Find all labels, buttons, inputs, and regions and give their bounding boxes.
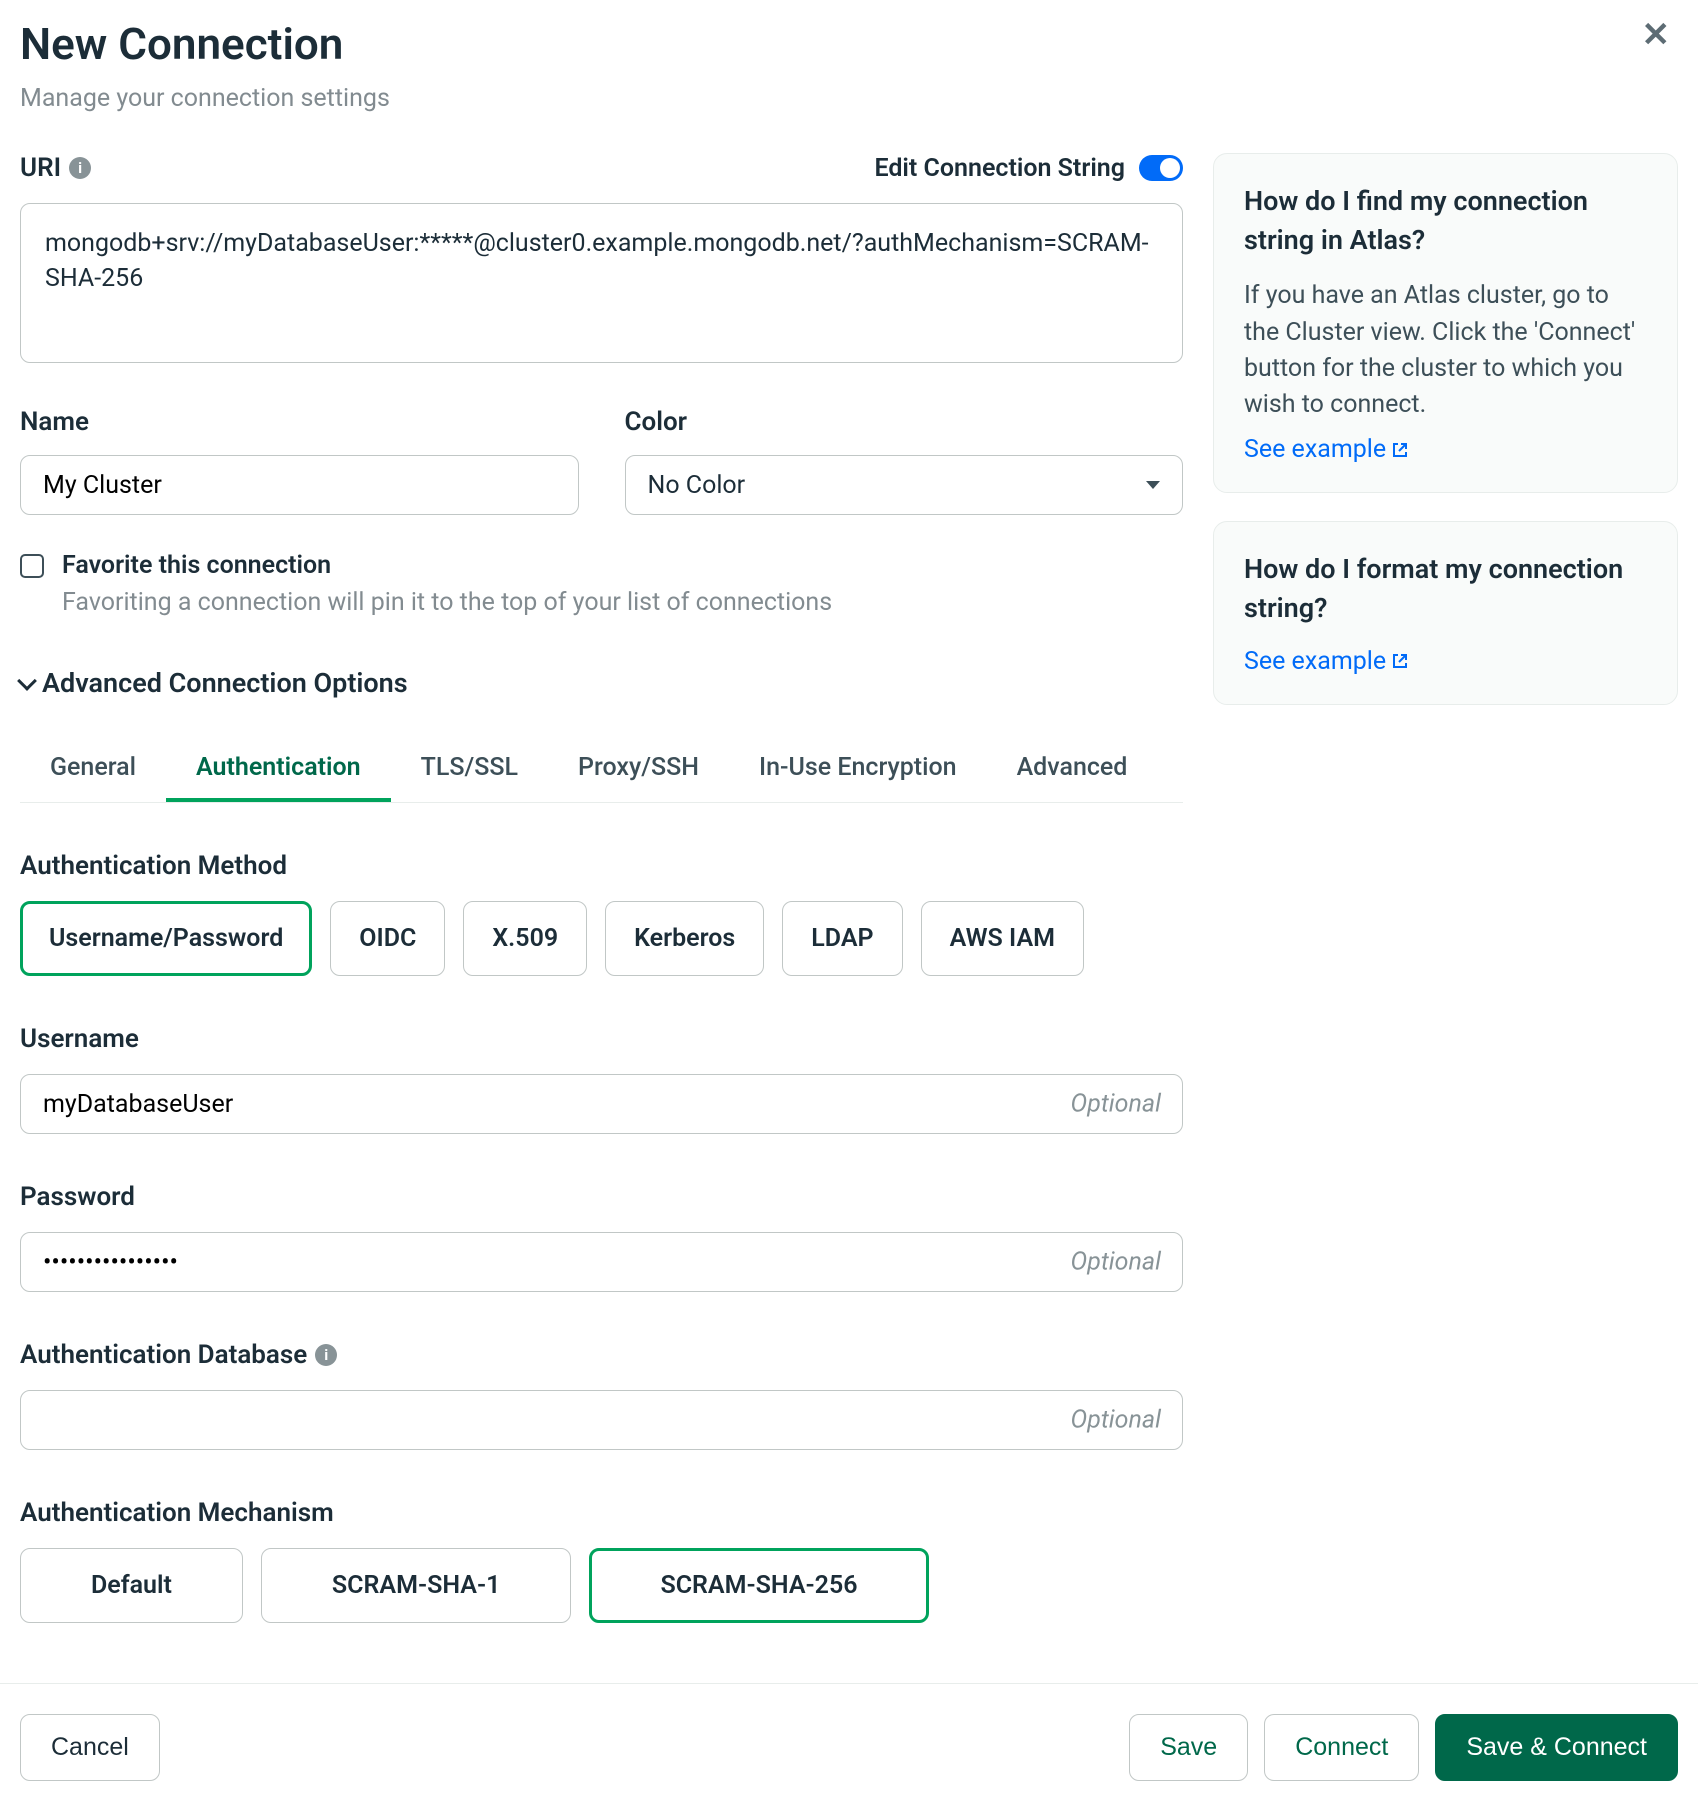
favorite-label: Favorite this connection <box>62 551 331 580</box>
help-card-title: How do I format my connection string? <box>1244 550 1647 628</box>
username-input[interactable] <box>20 1074 1183 1134</box>
see-example-link[interactable]: See example <box>1244 435 1408 464</box>
tab-in-use-encryption[interactable]: In-Use Encryption <box>729 737 987 802</box>
color-label: Color <box>625 407 1184 437</box>
auth-database-input[interactable] <box>20 1390 1183 1450</box>
auth-mech-scram-sha-256[interactable]: SCRAM-SHA-256 <box>589 1548 928 1623</box>
auth-mech-scram-sha-1[interactable]: SCRAM-SHA-1 <box>261 1548 572 1623</box>
close-icon[interactable]: ✕ <box>1642 18 1671 52</box>
auth-method-x509[interactable]: X.509 <box>463 901 587 976</box>
color-select[interactable]: No Color <box>625 455 1184 515</box>
auth-method-aws-iam[interactable]: AWS IAM <box>921 901 1084 976</box>
name-label: Name <box>20 407 579 437</box>
tab-general[interactable]: General <box>20 737 166 802</box>
password-label: Password <box>20 1182 1183 1212</box>
save-button[interactable]: Save <box>1129 1714 1248 1781</box>
auth-method-username-password[interactable]: Username/Password <box>20 901 312 976</box>
chevron-down-icon <box>17 671 37 691</box>
auth-method-oidc[interactable]: OIDC <box>330 901 445 976</box>
name-input[interactable] <box>20 455 579 515</box>
auth-mech-default[interactable]: Default <box>20 1548 243 1623</box>
uri-input[interactable] <box>20 203 1183 363</box>
save-and-connect-button[interactable]: Save & Connect <box>1435 1714 1678 1781</box>
page-subtitle: Manage your connection settings <box>20 84 1678 113</box>
auth-method-ldap[interactable]: LDAP <box>782 901 902 976</box>
auth-method-label: Authentication Method <box>20 851 1183 881</box>
favorite-help: Favoriting a connection will pin it to t… <box>62 588 1183 617</box>
help-card-title: How do I find my connection string in At… <box>1244 182 1647 260</box>
connect-button[interactable]: Connect <box>1264 1714 1419 1781</box>
username-label: Username <box>20 1024 1183 1054</box>
see-example-link[interactable]: See example <box>1244 647 1408 676</box>
tab-tls-ssl[interactable]: TLS/SSL <box>391 737 548 802</box>
auth-database-label: Authentication Database i <box>20 1340 1183 1370</box>
tab-proxy-ssh[interactable]: Proxy/SSH <box>548 737 729 802</box>
cancel-button[interactable]: Cancel <box>20 1714 160 1781</box>
advanced-options-toggle[interactable]: Advanced Connection Options <box>20 667 1183 699</box>
help-card-body: If you have an Atlas cluster, go to the … <box>1244 278 1647 423</box>
edit-connection-string-label: Edit Connection String <box>874 154 1125 183</box>
info-icon[interactable]: i <box>69 157 91 179</box>
auth-mechanism-label: Authentication Mechanism <box>20 1498 1183 1528</box>
page-title: New Connection <box>20 18 1678 70</box>
info-icon[interactable]: i <box>315 1344 337 1366</box>
caret-down-icon <box>1146 481 1160 489</box>
help-card-atlas: How do I find my connection string in At… <box>1213 153 1678 493</box>
favorite-checkbox[interactable] <box>20 554 44 578</box>
password-input[interactable] <box>20 1232 1183 1292</box>
external-link-icon <box>1392 442 1408 458</box>
color-select-value: No Color <box>648 471 746 500</box>
uri-label: URI <box>20 153 61 183</box>
help-card-format: How do I format my connection string? Se… <box>1213 521 1678 704</box>
tab-advanced[interactable]: Advanced <box>987 737 1158 802</box>
external-link-icon <box>1392 653 1408 669</box>
tabs: General Authentication TLS/SSL Proxy/SSH… <box>20 737 1183 803</box>
edit-connection-string-toggle[interactable] <box>1139 155 1183 181</box>
tab-authentication[interactable]: Authentication <box>166 737 391 802</box>
auth-method-kerberos[interactable]: Kerberos <box>605 901 764 976</box>
advanced-options-label: Advanced Connection Options <box>42 667 408 699</box>
